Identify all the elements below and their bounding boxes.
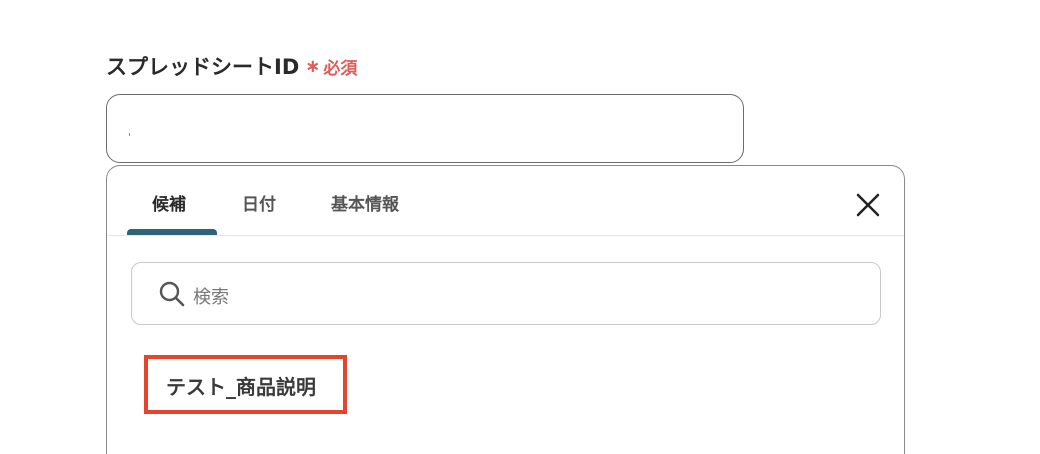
suggestion-dropdown: 候補 日付 基本情報 検索 テスト_商品説明 — [106, 165, 905, 454]
required-star-icon: ∗ — [305, 55, 321, 77]
spreadsheet-id-input[interactable] — [106, 94, 744, 163]
tab-candidates[interactable]: 候補 — [152, 190, 186, 215]
field-label-text: スプレッドシートID — [106, 55, 300, 79]
required-indicator: ∗ 必須 — [305, 54, 357, 79]
tab-bar: 候補 日付 基本情報 — [107, 166, 904, 236]
required-text: 必須 — [323, 58, 358, 79]
spreadsheet-id-form: スプレッドシートID ∗ 必須 候補 日付 基本情報 検索 テスト_商品説明 — [0, 0, 1040, 454]
search-icon — [158, 280, 186, 308]
field-label: スプレッドシートID ∗ 必須 — [106, 51, 357, 81]
tab-date[interactable]: 日付 — [242, 190, 276, 215]
list-item[interactable]: テスト_商品説明 — [144, 355, 347, 414]
tab-basic-info[interactable]: 基本情報 — [331, 190, 399, 215]
search-placeholder: 検索 — [193, 287, 229, 308]
close-icon[interactable] — [851, 188, 885, 222]
search-input[interactable]: 検索 — [131, 262, 881, 325]
active-tab-indicator — [127, 229, 217, 235]
text-caret — [129, 133, 130, 136]
candidate-label: テスト_商品説明 — [166, 375, 316, 399]
